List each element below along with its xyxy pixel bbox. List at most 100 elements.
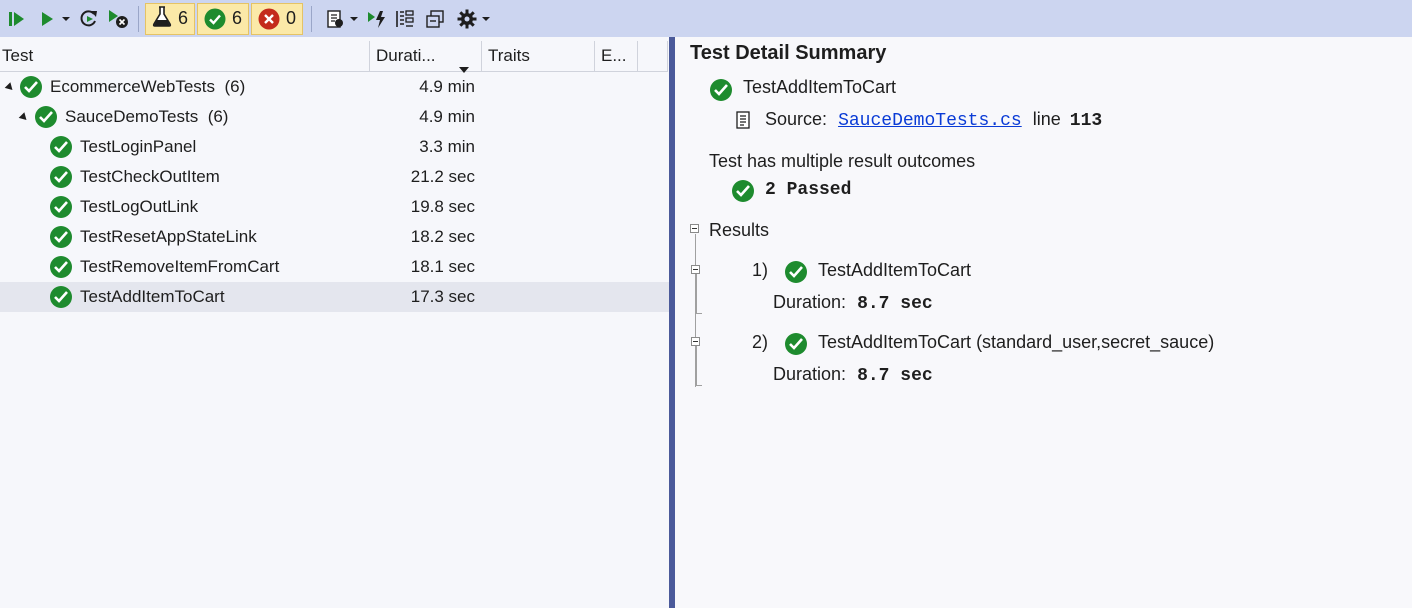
cancel-run-icon[interactable] — [106, 4, 132, 34]
collapse-icon[interactable] — [422, 4, 448, 34]
result-index: 2) — [752, 332, 769, 352]
test-duration: 4.9 min — [419, 77, 475, 96]
source-file-link[interactable]: SauceDemoTests.cs — [838, 111, 1022, 131]
tree-line — [696, 346, 697, 386]
tree-row-test[interactable]: TestResetAppStateLink 18.2 sec — [0, 222, 669, 252]
results-label: Results — [709, 220, 770, 240]
source-file-icon — [735, 111, 751, 134]
test-name: TestAddItemToCart — [80, 287, 225, 306]
outcomes-text: Test has multiple result outcomes — [709, 151, 976, 171]
settings-dropdown-icon[interactable] — [480, 4, 492, 34]
tree-row-test-selected[interactable]: TestAddItemToCart 17.3 sec — [0, 282, 669, 312]
test-duration: 4.9 min — [419, 107, 475, 126]
tree-row-test[interactable]: TestRemoveItemFromCart 18.1 sec — [0, 252, 669, 282]
duration-label: Duration: — [773, 364, 847, 384]
passed-icon — [20, 76, 42, 98]
column-header-traits[interactable]: Traits — [482, 41, 595, 71]
duration-value: 8.7 sec — [857, 294, 933, 314]
duration-value: 8.7 sec — [857, 366, 933, 386]
test-list-panel: Test Durati... Traits E... EcommerceWebT… — [0, 37, 669, 608]
result-duration: Duration: 8.7 sec — [773, 292, 933, 314]
test-duration: 18.1 sec — [410, 257, 475, 276]
test-name: TestRemoveItemFromCart — [80, 257, 280, 276]
test-count: (6) — [224, 77, 246, 96]
source-label: Source: — [765, 109, 828, 129]
test-explorer-toolbar: 6 6 0 — [0, 0, 1412, 37]
result-name: TestAddItemToCart (standard_user,secret_… — [818, 332, 1215, 352]
run-on-build-icon[interactable] — [364, 4, 390, 34]
passed-icon — [50, 226, 72, 248]
test-name: TestResetAppStateLink — [80, 227, 257, 246]
playlist-icon[interactable] — [322, 4, 348, 34]
test-count: (6) — [207, 107, 229, 126]
test-name-text: SauceDemoTests — [65, 107, 199, 126]
test-name: TestLoginPanel — [80, 137, 197, 156]
passed-icon — [35, 106, 57, 128]
passed-count: 6 — [232, 8, 243, 28]
test-duration: 17.3 sec — [410, 287, 475, 306]
flask-icon — [152, 5, 172, 32]
group-by-icon[interactable] — [392, 4, 418, 34]
test-duration: 21.2 sec — [410, 167, 475, 186]
failed-tests-counter[interactable]: 0 — [251, 2, 304, 35]
test-name-heading: TestAddItemToCart — [743, 77, 897, 97]
column-header-error[interactable]: E... — [595, 41, 638, 71]
column-header-test[interactable]: Test — [0, 41, 370, 71]
collapse-results-icon[interactable] — [690, 224, 699, 233]
test-duration: 19.8 sec — [410, 197, 475, 216]
repeat-last-run-icon[interactable] — [76, 4, 102, 34]
column-header-duration[interactable]: Durati... — [370, 41, 482, 73]
result-name: TestAddItemToCart — [818, 260, 972, 280]
test-detail-summary-panel: Test Detail Summary TestAddItemToCart So… — [675, 37, 1412, 608]
line-label: line — [1032, 109, 1061, 129]
settings-icon[interactable] — [454, 4, 480, 34]
test-duration: 3.3 min — [419, 137, 475, 156]
run-dropdown-icon[interactable] — [60, 4, 72, 34]
passed-icon — [785, 333, 807, 355]
panel-title: Test Detail Summary — [690, 42, 887, 64]
tree-line — [696, 385, 702, 386]
duration-label: Duration: — [773, 292, 847, 312]
collapse-result-icon[interactable] — [691, 265, 700, 274]
failed-count: 0 — [286, 8, 297, 28]
toolbar-separator — [311, 5, 313, 32]
passed-icon — [50, 196, 72, 218]
tree-row-class[interactable]: SauceDemoTests (6) 4.9 min — [0, 102, 669, 132]
total-tests-counter[interactable]: 6 — [145, 2, 196, 35]
passed-icon — [732, 180, 754, 202]
test-name-text: EcommerceWebTests — [50, 77, 216, 96]
passed-icon — [50, 166, 72, 188]
passed-summary: 2 Passed — [765, 180, 852, 200]
test-name: TestLogOutLink — [80, 197, 199, 216]
tree-row-test[interactable]: TestCheckOutItem 21.2 sec — [0, 162, 669, 192]
test-duration: 18.2 sec — [410, 227, 475, 246]
column-header-filler — [638, 41, 668, 71]
source-line: Source: SauceDemoTests.cs line 113 — [765, 109, 1102, 131]
expanded-arrow-icon[interactable] — [4, 82, 16, 93]
expanded-arrow-icon[interactable] — [18, 112, 30, 123]
failed-icon — [258, 8, 280, 30]
test-name: TestCheckOutItem — [80, 167, 220, 186]
tree-line — [696, 313, 702, 314]
passed-icon — [50, 136, 72, 158]
tree-row-test[interactable]: TestLogOutLink 19.8 sec — [0, 192, 669, 222]
test-name: EcommerceWebTests (6) — [50, 72, 245, 102]
passed-tests-counter[interactable]: 6 — [197, 2, 250, 35]
run-icon[interactable] — [34, 4, 60, 34]
passed-icon — [710, 79, 732, 101]
tree-row-project[interactable]: EcommerceWebTests (6) 4.9 min — [0, 72, 669, 102]
passed-icon — [50, 256, 72, 278]
result-duration: Duration: 8.7 sec — [773, 364, 933, 386]
tree-row-test[interactable]: TestLoginPanel 3.3 min — [0, 132, 669, 162]
test-name: SauceDemoTests (6) — [65, 102, 228, 132]
result-index: 1) — [752, 260, 769, 280]
collapse-result-icon[interactable] — [691, 337, 700, 346]
line-number: 113 — [1069, 111, 1103, 131]
run-all-icon[interactable] — [4, 4, 30, 34]
total-count: 6 — [178, 8, 189, 28]
passed-icon — [785, 261, 807, 283]
playlist-dropdown-icon[interactable] — [348, 4, 360, 34]
passed-icon — [50, 286, 72, 308]
tree-line — [696, 274, 697, 314]
grid-header: Test Durati... Traits E... — [0, 41, 668, 73]
